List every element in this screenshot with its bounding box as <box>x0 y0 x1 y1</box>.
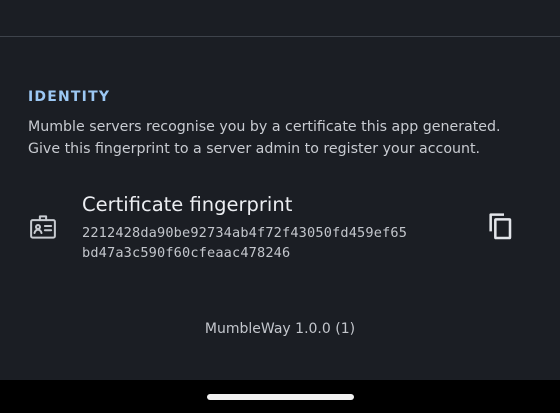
app-version: MumbleWay 1.0.0 (1) <box>204 321 356 337</box>
certificate-fingerprint[interactable]: 2212428da90be92734ab4f72f43050fd459ef65 … <box>82 223 407 263</box>
divider <box>0 36 560 37</box>
fingerprint-line: bd47a3c590f60cfeaac478246 <box>82 245 291 261</box>
badge-icon <box>28 212 58 242</box>
description-line: Mumble servers recognise you by a certif… <box>28 119 501 135</box>
copy-icon <box>484 210 516 246</box>
certificate-title: Certificate fingerprint <box>82 193 293 216</box>
copy-fingerprint-button[interactable] <box>480 208 520 248</box>
certificate-fingerprint-row: Certificate fingerprint 2212428da90be927… <box>0 188 560 272</box>
gesture-handle[interactable] <box>207 394 354 400</box>
settings-screen: IDENTITY Mumble servers recognise you by… <box>0 0 560 413</box>
section-header-identity: IDENTITY <box>28 89 111 105</box>
fingerprint-line: 2212428da90be92734ab4f72f43050fd459ef65 <box>82 225 408 241</box>
system-navigation-area <box>0 380 560 413</box>
description-line: Give this fingerprint to a server admin … <box>28 141 481 157</box>
section-description: Mumble servers recognise you by a certif… <box>28 116 548 160</box>
